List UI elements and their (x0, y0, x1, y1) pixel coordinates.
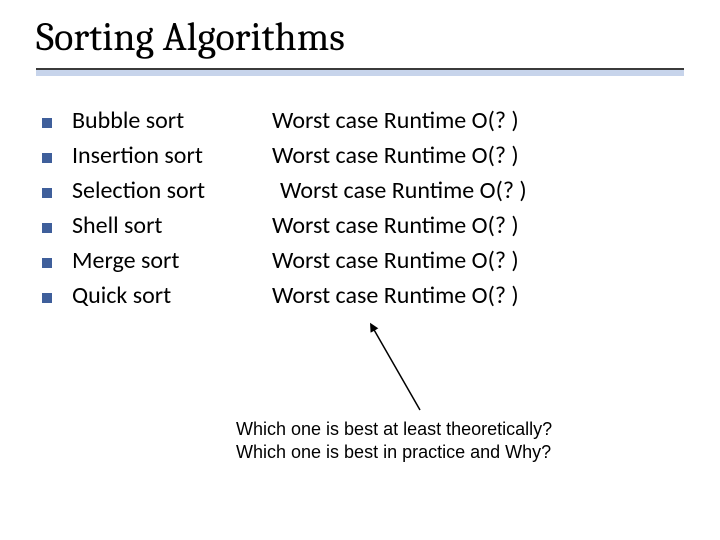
algorithm-name: Shell sort (72, 211, 272, 240)
algorithm-name: Insertion sort (72, 141, 272, 170)
arrow-icon (355, 320, 435, 420)
slide: Sorting Algorithms Bubble sort Worst cas… (0, 0, 720, 540)
algorithm-name: Merge sort (72, 246, 272, 275)
runtime-text: Worst case Runtime O(? ) (272, 141, 519, 170)
runtime-text: Worst case Runtime O(? ) (272, 211, 519, 240)
list-item: Insertion sort Worst case Runtime O(? ) (42, 141, 682, 176)
bullet-icon (42, 188, 52, 198)
bullet-icon (42, 223, 52, 233)
bullet-icon (42, 293, 52, 303)
question-line-2: Which one is best in practice and Why? (236, 441, 552, 464)
questions-block: Which one is best at least theoretically… (236, 418, 552, 465)
question-line-1: Which one is best at least theoretically… (236, 418, 552, 441)
runtime-text: Worst case Runtime O(? ) (272, 106, 519, 135)
list-item: Selection sort Worst case Runtime O(? ) (42, 176, 682, 211)
list-item: Shell sort Worst case Runtime O(? ) (42, 211, 682, 246)
algorithm-name: Bubble sort (72, 106, 272, 135)
bullet-icon (42, 258, 52, 268)
content-area: Bubble sort Worst case Runtime O(? ) Ins… (42, 106, 682, 316)
list-item: Merge sort Worst case Runtime O(? ) (42, 246, 682, 281)
bullet-icon (42, 153, 52, 163)
title-underline-light (36, 70, 684, 76)
bullet-icon (42, 118, 52, 128)
algorithm-name: Selection sort (72, 176, 272, 205)
slide-title: Sorting Algorithms (36, 14, 345, 60)
runtime-text: Worst case Runtime O(? ) (272, 281, 519, 310)
list-item: Quick sort Worst case Runtime O(? ) (42, 281, 682, 316)
runtime-text: Worst case Runtime O(? ) (272, 246, 519, 275)
algorithm-name: Quick sort (72, 281, 272, 310)
runtime-text: Worst case Runtime O(? ) (272, 176, 527, 205)
list-item: Bubble sort Worst case Runtime O(? ) (42, 106, 682, 141)
